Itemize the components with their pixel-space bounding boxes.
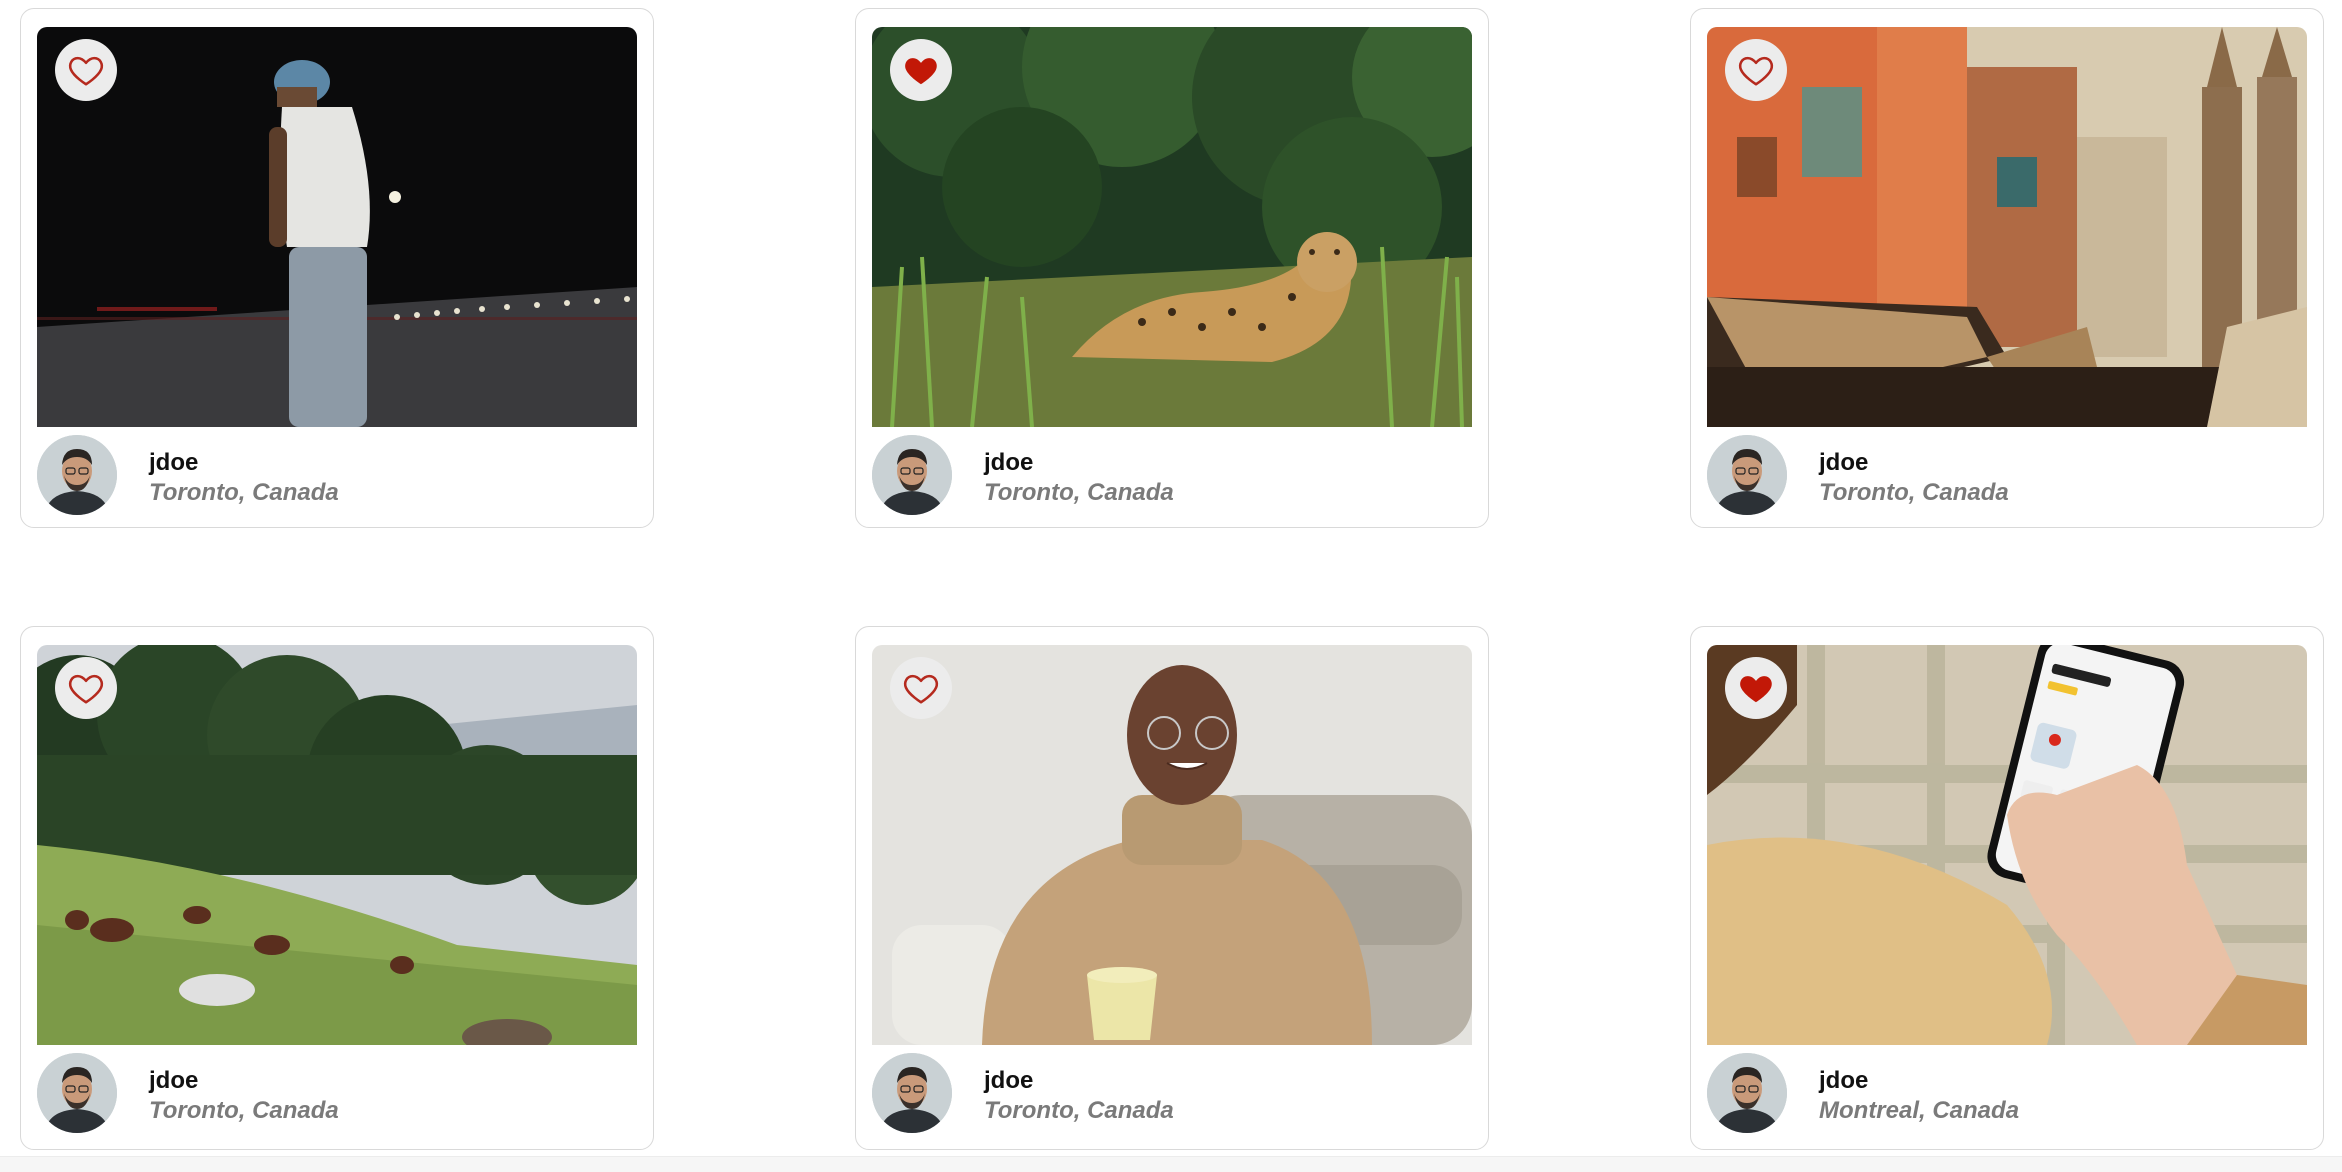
post-location: Toronto, Canada (984, 1097, 1174, 1124)
post-location: Toronto, Canada (149, 479, 339, 506)
like-button[interactable] (55, 657, 117, 719)
post-username[interactable]: jdoe (1819, 449, 1868, 477)
post-username[interactable]: jdoe (984, 449, 1033, 477)
page-bottom-strip (0, 1156, 2342, 1172)
post-photo[interactable] (1707, 645, 2307, 1045)
heart-filled-icon (905, 58, 937, 85)
like-button[interactable] (1725, 657, 1787, 719)
like-button[interactable] (55, 39, 117, 101)
heart-filled-icon (1740, 676, 1772, 703)
post-photo[interactable] (37, 645, 637, 1045)
post-location: Montreal, Canada (1819, 1097, 2020, 1124)
heart-outline-icon (68, 56, 104, 86)
heart-outline-icon (1738, 56, 1774, 86)
post-card[interactable]: jdoe Toronto, Canada (20, 626, 654, 1150)
photo-feed-page: jdoe Toronto, Canada jdoe Toronto, Canad… (0, 0, 2342, 1172)
avatar[interactable] (1707, 435, 1787, 515)
like-button[interactable] (1725, 39, 1787, 101)
avatar[interactable] (37, 1053, 117, 1133)
post-location: Toronto, Canada (1819, 479, 2009, 506)
post-card[interactable]: jdoe Toronto, Canada (1690, 8, 2324, 528)
avatar[interactable] (1707, 1053, 1787, 1133)
post-location: Toronto, Canada (984, 479, 1174, 506)
post-card[interactable]: jdoe Toronto, Canada (855, 8, 1489, 528)
post-username[interactable]: jdoe (149, 1067, 198, 1095)
like-button[interactable] (890, 39, 952, 101)
post-location: Toronto, Canada (149, 1097, 339, 1124)
heart-outline-icon (903, 674, 939, 704)
avatar[interactable] (872, 435, 952, 515)
avatar[interactable] (872, 1053, 952, 1133)
post-photo[interactable] (872, 645, 1472, 1045)
post-photo[interactable] (1707, 27, 2307, 427)
post-photo[interactable] (872, 27, 1472, 427)
post-photo[interactable] (37, 27, 637, 427)
avatar[interactable] (37, 435, 117, 515)
post-card[interactable]: jdoe Toronto, Canada (20, 8, 654, 528)
post-username[interactable]: jdoe (984, 1067, 1033, 1095)
post-card[interactable]: jdoe Toronto, Canada (855, 626, 1489, 1150)
heart-outline-icon (68, 674, 104, 704)
post-card[interactable]: jdoe Montreal, Canada (1690, 626, 2324, 1150)
like-button[interactable] (890, 657, 952, 719)
post-username[interactable]: jdoe (149, 449, 198, 477)
post-username[interactable]: jdoe (1819, 1067, 1868, 1095)
